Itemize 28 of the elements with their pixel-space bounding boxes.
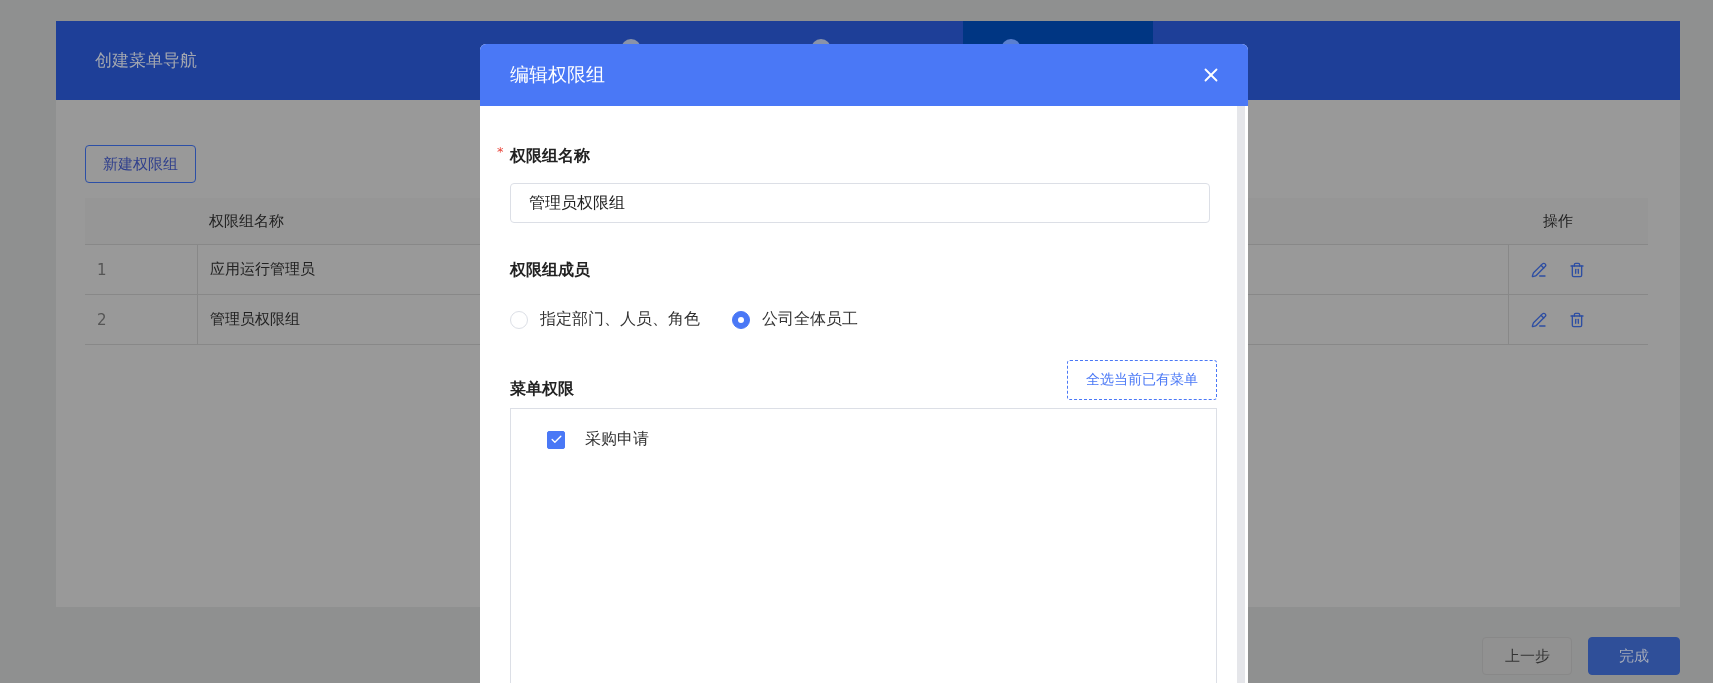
new-group-button[interactable]: 新建权限组 [85, 145, 196, 183]
delete-icon[interactable] [1569, 261, 1585, 278]
radio-button[interactable] [732, 310, 750, 329]
finish-button[interactable]: 完成 [1588, 637, 1680, 675]
dialog-title: 编辑权限组 [510, 62, 605, 87]
check-icon [549, 433, 563, 446]
field-label: 权限组名称 [510, 146, 590, 167]
edit-icon[interactable] [1531, 261, 1547, 278]
column-header: 权限组名称 [209, 211, 284, 231]
page-title: 创建菜单导航 [94, 49, 198, 72]
table-cell-text: 1 [96, 259, 108, 281]
checkbox[interactable] [547, 430, 565, 449]
field-label: 权限组成员 [510, 260, 590, 281]
table-cell-text: 2 [96, 309, 108, 331]
menu-item-label: 采购申请 [585, 429, 649, 450]
table-cell: 应用运行管理员 [210, 260, 315, 279]
edit-icon[interactable] [1531, 311, 1547, 328]
back-button[interactable]: 上一步 [1482, 637, 1572, 675]
table-cell: 管理员权限组 [210, 310, 300, 329]
radio-option[interactable]: 指定部门、人员、角色 [510, 309, 700, 330]
select-all-button[interactable]: 全选当前已有菜单 [1067, 360, 1217, 400]
delete-icon[interactable] [1569, 311, 1585, 328]
name-input[interactable]: 管理员权限组 [510, 183, 1210, 223]
required-mark: * [497, 144, 504, 159]
field-label: 菜单权限 [510, 379, 574, 400]
column-header: 操作 [1543, 211, 1573, 231]
radio-option[interactable]: 公司全体员工 [732, 309, 858, 330]
scrollbar[interactable] [1237, 106, 1245, 683]
